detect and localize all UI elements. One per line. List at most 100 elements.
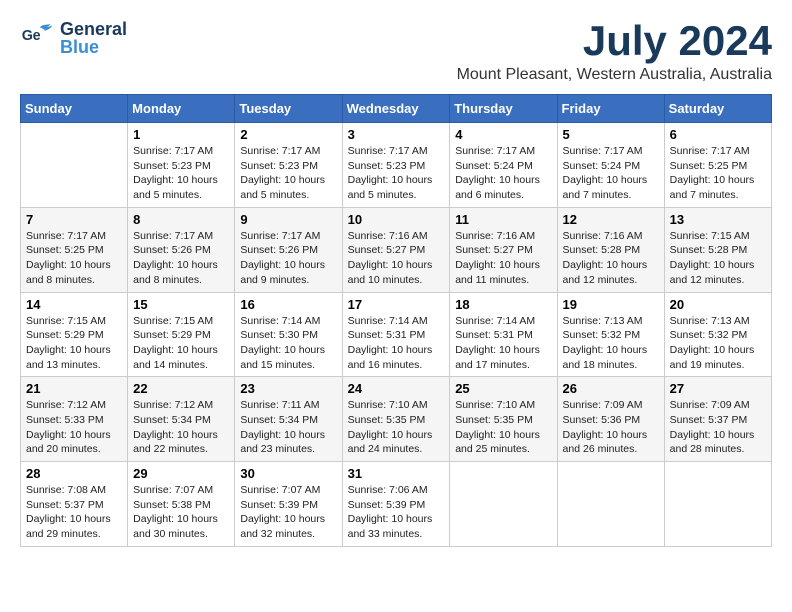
- day-info: Sunrise: 7:14 AM Sunset: 5:31 PM Dayligh…: [348, 314, 445, 373]
- calendar-cell: 9 Sunrise: 7:17 AM Sunset: 5:26 PM Daylig…: [235, 207, 342, 292]
- calendar-cell: 27 Sunrise: 7:09 AM Sunset: 5:37 PM Dayli…: [664, 377, 771, 462]
- calendar-cell: 16Sunrise: 7:14 AM Sunset: 5:30 PM Dayli…: [235, 292, 342, 377]
- calendar-table: SundayMondayTuesdayWednesdayThursdayFrid…: [20, 94, 772, 547]
- calendar-cell: 20 Sunrise: 7:13 AM Sunset: 5:32 PM Dayli…: [664, 292, 771, 377]
- logo-icon: G e: [20, 20, 56, 56]
- day-info: Sunrise: 7:13 AM Sunset: 5:32 PM Dayligh…: [563, 314, 659, 373]
- weekday-header-saturday: Saturday: [664, 95, 771, 123]
- day-info: Sunrise: 7:08 AM Sunset: 5:37 PM Dayligh…: [26, 483, 122, 542]
- calendar-cell: 19 Sunrise: 7:13 AM Sunset: 5:32 PM Dayli…: [557, 292, 664, 377]
- day-info: Sunrise: 7:14 AM Sunset: 5:31 PM Dayligh…: [455, 314, 551, 373]
- day-number: 11: [455, 212, 551, 227]
- svg-text:e: e: [33, 28, 41, 44]
- day-number: 7: [26, 212, 122, 227]
- weekday-header-sunday: Sunday: [21, 95, 128, 123]
- day-number: 4: [455, 127, 551, 142]
- day-number: 9: [240, 212, 336, 227]
- day-number: 1: [133, 127, 229, 142]
- day-info: Sunrise: 7:15 AM Sunset: 5:28 PM Dayligh…: [670, 229, 766, 288]
- day-info: Sunrise: 7:17 AM Sunset: 5:23 PM Dayligh…: [348, 144, 445, 203]
- calendar-cell: 30Sunrise: 7:07 AM Sunset: 5:39 PM Dayli…: [235, 462, 342, 547]
- day-info: Sunrise: 7:17 AM Sunset: 5:23 PM Dayligh…: [240, 144, 336, 203]
- calendar-cell: [557, 462, 664, 547]
- day-info: Sunrise: 7:07 AM Sunset: 5:39 PM Dayligh…: [240, 483, 336, 542]
- calendar-cell: 3 Sunrise: 7:17 AM Sunset: 5:23 PM Daylig…: [342, 123, 450, 208]
- day-number: 10: [348, 212, 445, 227]
- calendar-cell: 1 Sunrise: 7:17 AM Sunset: 5:23 PM Daylig…: [128, 123, 235, 208]
- day-number: 17: [348, 297, 445, 312]
- logo-general-text: General: [60, 20, 127, 38]
- day-info: Sunrise: 7:09 AM Sunset: 5:36 PM Dayligh…: [563, 398, 659, 457]
- day-info: Sunrise: 7:10 AM Sunset: 5:35 PM Dayligh…: [348, 398, 445, 457]
- day-info: Sunrise: 7:11 AM Sunset: 5:34 PM Dayligh…: [240, 398, 336, 457]
- calendar-cell: 23 Sunrise: 7:11 AM Sunset: 5:34 PM Dayli…: [235, 377, 342, 462]
- month-title: July 2024: [457, 20, 772, 62]
- weekday-header-friday: Friday: [557, 95, 664, 123]
- day-number: 15: [133, 297, 229, 312]
- calendar-cell: [450, 462, 557, 547]
- day-info: Sunrise: 7:09 AM Sunset: 5:37 PM Dayligh…: [670, 398, 766, 457]
- day-number: 14: [26, 297, 122, 312]
- calendar-cell: 21Sunrise: 7:12 AM Sunset: 5:33 PM Dayli…: [21, 377, 128, 462]
- day-number: 12: [563, 212, 659, 227]
- calendar-cell: 6Sunrise: 7:17 AM Sunset: 5:25 PM Daylig…: [664, 123, 771, 208]
- day-number: 3: [348, 127, 445, 142]
- logo: G e General Blue: [20, 20, 127, 56]
- day-info: Sunrise: 7:17 AM Sunset: 5:25 PM Dayligh…: [26, 229, 122, 288]
- day-info: Sunrise: 7:12 AM Sunset: 5:33 PM Dayligh…: [26, 398, 122, 457]
- page-header: G e General Blue July 2024 Mount Pleasan…: [20, 20, 772, 84]
- weekday-header-thursday: Thursday: [450, 95, 557, 123]
- day-number: 27: [670, 381, 766, 396]
- svg-text:G: G: [22, 28, 33, 44]
- calendar-cell: 22Sunrise: 7:12 AM Sunset: 5:34 PM Dayli…: [128, 377, 235, 462]
- calendar-cell: 17 Sunrise: 7:14 AM Sunset: 5:31 PM Dayli…: [342, 292, 450, 377]
- day-number: 24: [348, 381, 445, 396]
- day-info: Sunrise: 7:17 AM Sunset: 5:24 PM Dayligh…: [563, 144, 659, 203]
- day-info: Sunrise: 7:13 AM Sunset: 5:32 PM Dayligh…: [670, 314, 766, 373]
- weekday-header-tuesday: Tuesday: [235, 95, 342, 123]
- location-title: Mount Pleasant, Western Australia, Austr…: [457, 66, 772, 84]
- logo-name: General Blue: [60, 20, 127, 56]
- day-number: 22: [133, 381, 229, 396]
- day-info: Sunrise: 7:10 AM Sunset: 5:35 PM Dayligh…: [455, 398, 551, 457]
- day-number: 19: [563, 297, 659, 312]
- day-info: Sunrise: 7:06 AM Sunset: 5:39 PM Dayligh…: [348, 483, 445, 542]
- day-info: Sunrise: 7:16 AM Sunset: 5:27 PM Dayligh…: [348, 229, 445, 288]
- calendar-cell: 12 Sunrise: 7:16 AM Sunset: 5:28 PM Dayli…: [557, 207, 664, 292]
- calendar-cell: [21, 123, 128, 208]
- day-info: Sunrise: 7:15 AM Sunset: 5:29 PM Dayligh…: [26, 314, 122, 373]
- calendar-cell: 7 Sunrise: 7:17 AM Sunset: 5:25 PM Daylig…: [21, 207, 128, 292]
- calendar-cell: 13 Sunrise: 7:15 AM Sunset: 5:28 PM Dayli…: [664, 207, 771, 292]
- calendar-week-row: 7 Sunrise: 7:17 AM Sunset: 5:25 PM Daylig…: [21, 207, 772, 292]
- logo-blue-text: Blue: [60, 38, 127, 56]
- calendar-week-row: 21Sunrise: 7:12 AM Sunset: 5:33 PM Dayli…: [21, 377, 772, 462]
- day-number: 20: [670, 297, 766, 312]
- day-number: 6: [670, 127, 766, 142]
- calendar-cell: 18 Sunrise: 7:14 AM Sunset: 5:31 PM Dayli…: [450, 292, 557, 377]
- day-number: 5: [563, 127, 659, 142]
- weekday-header-monday: Monday: [128, 95, 235, 123]
- day-number: 29: [133, 466, 229, 481]
- calendar-cell: 10 Sunrise: 7:16 AM Sunset: 5:27 PM Dayli…: [342, 207, 450, 292]
- day-number: 23: [240, 381, 336, 396]
- calendar-cell: 15 Sunrise: 7:15 AM Sunset: 5:29 PM Dayli…: [128, 292, 235, 377]
- day-number: 28: [26, 466, 122, 481]
- calendar-cell: 14 Sunrise: 7:15 AM Sunset: 5:29 PM Dayli…: [21, 292, 128, 377]
- day-number: 18: [455, 297, 551, 312]
- calendar-cell: 31Sunrise: 7:06 AM Sunset: 5:39 PM Dayli…: [342, 462, 450, 547]
- day-number: 13: [670, 212, 766, 227]
- day-info: Sunrise: 7:07 AM Sunset: 5:38 PM Dayligh…: [133, 483, 229, 542]
- day-info: Sunrise: 7:16 AM Sunset: 5:27 PM Dayligh…: [455, 229, 551, 288]
- calendar-week-row: 14 Sunrise: 7:15 AM Sunset: 5:29 PM Dayli…: [21, 292, 772, 377]
- day-info: Sunrise: 7:16 AM Sunset: 5:28 PM Dayligh…: [563, 229, 659, 288]
- day-number: 26: [563, 381, 659, 396]
- calendar-cell: 25Sunrise: 7:10 AM Sunset: 5:35 PM Dayli…: [450, 377, 557, 462]
- day-info: Sunrise: 7:17 AM Sunset: 5:26 PM Dayligh…: [240, 229, 336, 288]
- calendar-cell: 26 Sunrise: 7:09 AM Sunset: 5:36 PM Dayli…: [557, 377, 664, 462]
- calendar-cell: 2Sunrise: 7:17 AM Sunset: 5:23 PM Daylig…: [235, 123, 342, 208]
- day-info: Sunrise: 7:17 AM Sunset: 5:24 PM Dayligh…: [455, 144, 551, 203]
- calendar-cell: 8Sunrise: 7:17 AM Sunset: 5:26 PM Daylig…: [128, 207, 235, 292]
- calendar-cell: 28 Sunrise: 7:08 AM Sunset: 5:37 PM Dayli…: [21, 462, 128, 547]
- day-info: Sunrise: 7:17 AM Sunset: 5:23 PM Dayligh…: [133, 144, 229, 203]
- day-info: Sunrise: 7:15 AM Sunset: 5:29 PM Dayligh…: [133, 314, 229, 373]
